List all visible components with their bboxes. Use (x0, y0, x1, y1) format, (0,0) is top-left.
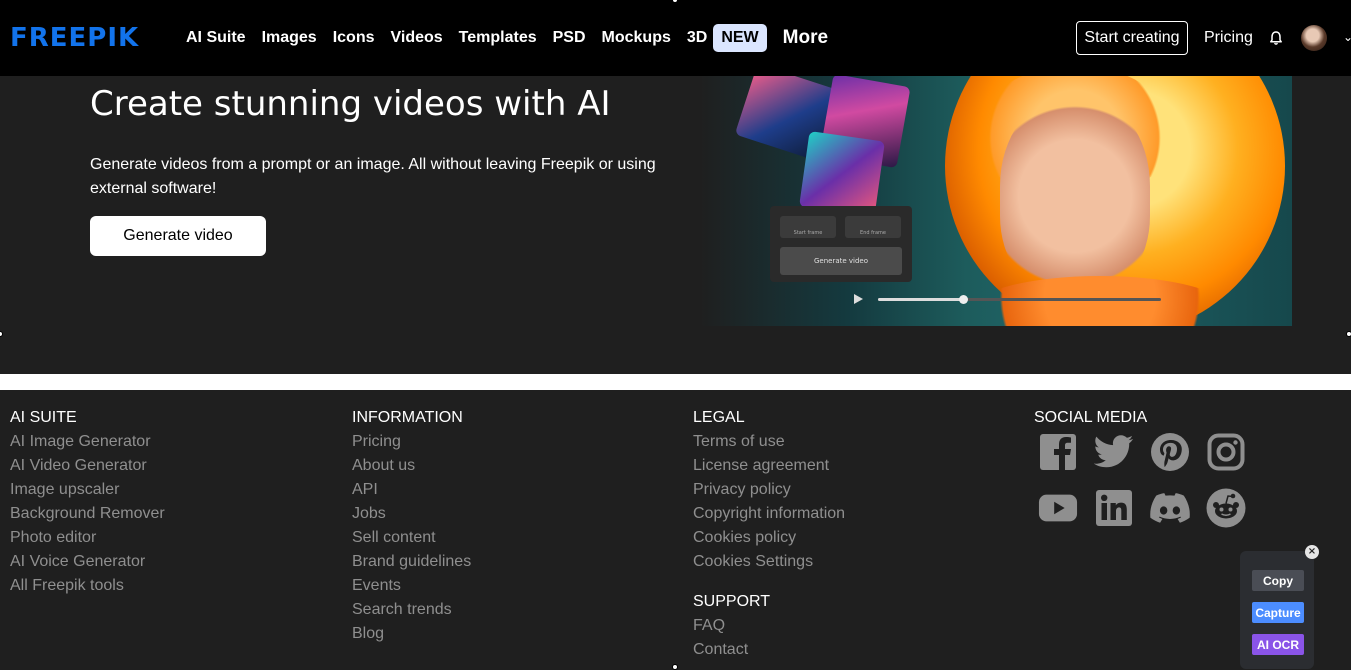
twitter-icon[interactable] (1094, 432, 1134, 472)
footer-link[interactable]: FAQ (693, 616, 770, 640)
nav-links: AI Suite Images Icons Videos Templates P… (186, 22, 828, 54)
play-icon (854, 294, 863, 304)
footer-heading: SOCIAL MEDIA (1034, 409, 1148, 426)
ai-ocr-button[interactable]: AI OCR (1252, 634, 1304, 655)
footer-link[interactable]: Photo editor (10, 528, 165, 552)
footer-legal: LEGAL Terms of use License agreement Pri… (693, 408, 845, 576)
start-creating-button[interactable]: Start creating (1076, 21, 1188, 55)
footer-support: SUPPORT FAQ Contact (693, 592, 770, 664)
freepik-logo[interactable]: FREEPIK (10, 22, 139, 54)
bell-icon[interactable] (1268, 30, 1284, 46)
footer-link[interactable]: AI Voice Generator (10, 552, 165, 576)
hero-subtitle: Generate videos from a prompt or an imag… (90, 156, 656, 197)
video-progress-bar (878, 295, 1161, 304)
nav-icons[interactable]: Icons (333, 29, 375, 47)
instagram-icon[interactable] (1206, 432, 1246, 472)
footer-link[interactable]: Cookies Settings (693, 552, 845, 576)
nav-mockups[interactable]: Mockups (602, 29, 671, 47)
footer-link[interactable]: License agreement (693, 456, 845, 480)
nav-images[interactable]: Images (262, 29, 317, 47)
nav-3d[interactable]: 3D (687, 29, 707, 47)
selection-handle[interactable] (672, 664, 678, 670)
footer-link[interactable]: AI Video Generator (10, 456, 165, 480)
footer-link[interactable]: Terms of use (693, 432, 845, 456)
footer-link[interactable]: Privacy policy (693, 480, 845, 504)
footer-link[interactable]: Cookies policy (693, 528, 845, 552)
selection-handle[interactable] (0, 331, 3, 337)
capture-button[interactable]: Capture (1252, 602, 1304, 623)
footer-link[interactable]: Events (352, 576, 471, 600)
start-frame-slot: Start frame (780, 216, 836, 238)
top-navigation: FREEPIK AI Suite Images Icons Videos Tem… (0, 0, 1351, 76)
footer-ai-suite: AI SUITE AI Image Generator AI Video Gen… (10, 408, 165, 600)
pinterest-icon[interactable] (1150, 432, 1190, 472)
footer-link[interactable]: Pricing (352, 432, 471, 456)
copy-button[interactable]: Copy (1252, 570, 1304, 591)
video-settings-panel: Start frame End frame Generate video (770, 206, 912, 282)
footer-link[interactable]: Background Remover (10, 504, 165, 528)
progress-knob (958, 295, 968, 304)
avatar[interactable] (1301, 25, 1327, 51)
nav-pricing[interactable]: Pricing (1204, 29, 1253, 47)
footer-information: INFORMATION Pricing About us API Jobs Se… (352, 408, 471, 648)
ocr-extension-widget: × Copy Capture AI OCR (1240, 545, 1319, 669)
footer-link[interactable]: All Freepik tools (10, 576, 165, 600)
footer-heading: LEGAL (693, 409, 745, 426)
selection-handle[interactable] (1346, 331, 1351, 337)
nav-psd[interactable]: PSD (553, 29, 586, 47)
preview-generate-button: Generate video (780, 247, 902, 275)
hero-title: Create stunning videos with AI (90, 84, 611, 124)
footer-link[interactable]: About us (352, 456, 471, 480)
nav-more[interactable]: More (783, 27, 828, 49)
footer-link[interactable]: Contact (693, 640, 770, 664)
new-badge: NEW (713, 24, 767, 52)
end-frame-slot: End frame (845, 216, 901, 238)
close-icon[interactable]: × (1305, 545, 1319, 559)
reddit-icon[interactable] (1206, 488, 1246, 528)
footer-link[interactable]: Copyright information (693, 504, 845, 528)
footer-link[interactable]: Jobs (352, 504, 471, 528)
footer-heading: INFORMATION (352, 409, 463, 426)
footer-link[interactable]: API (352, 480, 471, 504)
footer-link[interactable]: AI Image Generator (10, 432, 165, 456)
progress-fill (878, 298, 963, 301)
nav-templates[interactable]: Templates (459, 29, 537, 47)
youtube-icon[interactable] (1038, 488, 1078, 528)
discord-icon[interactable] (1150, 488, 1190, 528)
footer-link[interactable]: Sell content (352, 528, 471, 552)
footer-link[interactable]: Image upscaler (10, 480, 165, 504)
linkedin-icon[interactable] (1094, 488, 1134, 528)
nav-videos[interactable]: Videos (391, 29, 443, 47)
nav-ai-suite[interactable]: AI Suite (186, 29, 246, 47)
thumbnail-3 (799, 131, 885, 217)
hero-image: Start frame End frame Generate video (700, 76, 1292, 326)
footer-link[interactable]: Search trends (352, 600, 471, 624)
logo-text: FREEPIK (10, 23, 140, 53)
footer-social: SOCIAL MEDIA (1034, 408, 1147, 432)
divider-band (0, 374, 1351, 390)
footer-heading: AI SUITE (10, 409, 77, 426)
footer-heading: SUPPORT (693, 593, 771, 610)
chevron-down-icon[interactable]: ⌄ (1343, 30, 1351, 44)
generate-video-button[interactable]: Generate video (90, 216, 266, 256)
social-icons (1038, 432, 1258, 544)
footer-link[interactable]: Blog (352, 624, 471, 648)
footer-link[interactable]: Brand guidelines (352, 552, 471, 576)
woman-face (1000, 96, 1150, 296)
facebook-icon[interactable] (1038, 432, 1078, 472)
